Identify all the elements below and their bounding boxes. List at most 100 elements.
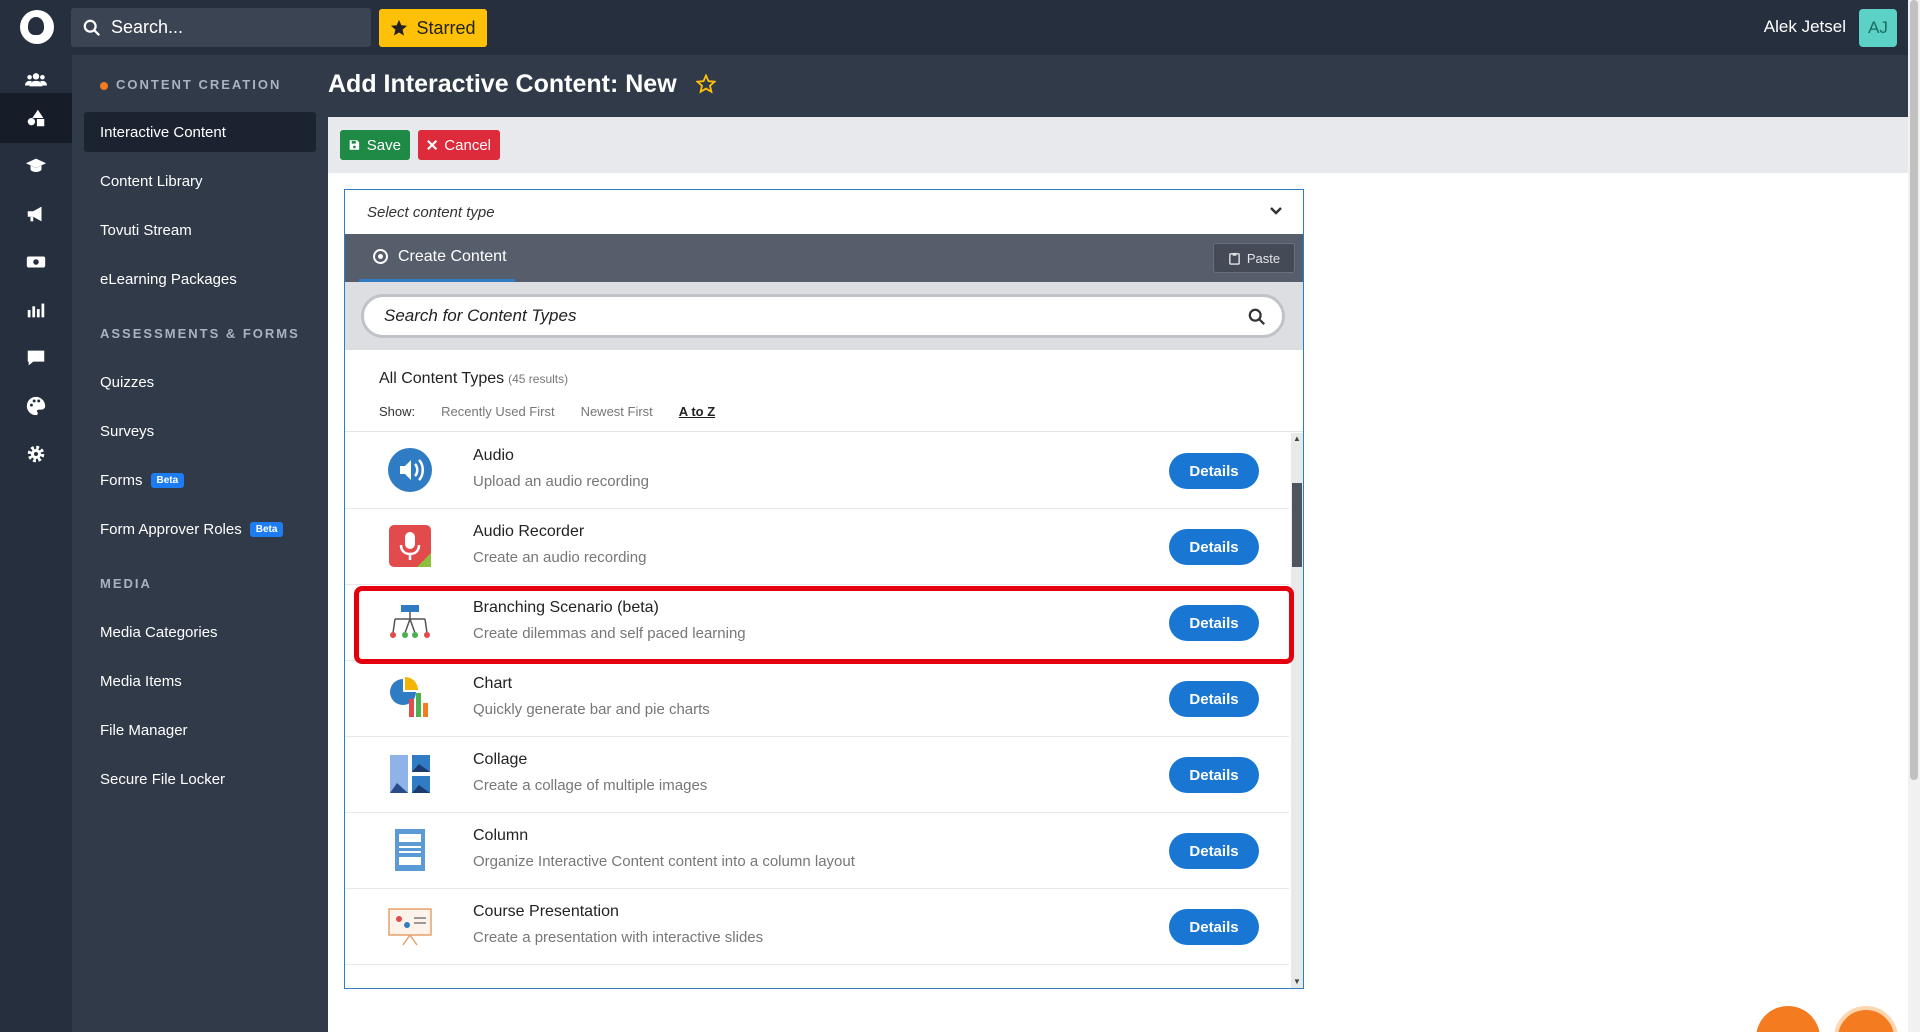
chart-icon — [390, 677, 428, 717]
content-type-desc: Create an audio recording — [473, 549, 647, 566]
page-scroll-thumb[interactable] — [1910, 0, 1918, 780]
paste-button[interactable]: Paste — [1213, 243, 1295, 273]
content-type-search-placeholder: Search for Content Types — [384, 306, 577, 325]
list-item[interactable]: Branching Scenario (beta) Create dilemma… — [345, 585, 1289, 661]
details-button[interactable]: Details — [1169, 909, 1259, 945]
presentation-icon — [388, 908, 432, 946]
beta-badge: Beta — [150, 472, 185, 488]
content-type-desc: Create dilemmas and self paced learning — [473, 625, 746, 642]
nav-interactive-content[interactable]: Interactive Content — [84, 112, 316, 152]
collage-icon — [390, 755, 430, 793]
global-search[interactable]: Search... — [71, 8, 371, 47]
rail-settings[interactable] — [0, 429, 72, 479]
audio-icon — [388, 448, 432, 492]
sort-a-to-z[interactable]: A to Z — [679, 404, 715, 419]
nav-file-manager[interactable]: File Manager — [84, 710, 316, 750]
top-bar: Search... Starred Alek Jetsel AJ — [0, 0, 1920, 55]
save-label: Save — [366, 136, 401, 154]
global-search-placeholder: Search... — [111, 17, 184, 37]
details-button[interactable]: Details — [1169, 833, 1259, 869]
sort-newest[interactable]: Newest First — [581, 404, 653, 419]
content-type-name: Chart — [473, 675, 513, 692]
nav-forms[interactable]: Forms Beta — [84, 460, 316, 500]
content-type-desc: Create a presentation with interactive s… — [473, 929, 764, 946]
chat-icon — [27, 350, 45, 366]
scroll-up-arrow[interactable]: ▲ — [1292, 433, 1302, 445]
logo[interactable] — [20, 10, 54, 44]
list-title: All Content Types (45 results) — [379, 370, 568, 388]
details-button[interactable]: Details — [1169, 681, 1259, 717]
content-type-dropdown[interactable]: Select content type — [345, 190, 1303, 234]
column-icon — [395, 829, 425, 871]
rail-chat[interactable] — [0, 333, 72, 383]
tab-create-content-label: Create Content — [398, 247, 507, 265]
list-item[interactable]: Audio Recorder Create an audio recording… — [345, 509, 1289, 585]
nav-form-approver-roles[interactable]: Form Approver Roles Beta — [84, 509, 316, 549]
content-type-desc: Create a collage of multiple images — [473, 777, 708, 794]
nav-surveys[interactable]: Surveys — [84, 411, 316, 451]
favorite-star-icon[interactable] — [694, 73, 717, 94]
help-fab[interactable] — [1834, 1006, 1898, 1032]
sort-recently-used[interactable]: Recently Used First — [441, 404, 554, 419]
rail-appearance[interactable] — [0, 381, 72, 431]
rail-analytics[interactable] — [0, 285, 72, 335]
list-item[interactable]: Course Presentation Create a presentatio… — [345, 889, 1289, 965]
user-name[interactable]: Alek Jetsel — [1764, 17, 1846, 37]
content-icon — [27, 109, 45, 127]
content-type-name: Course Presentation — [473, 903, 619, 920]
starred-label: Starred — [416, 17, 476, 38]
list-item[interactable]: Audio Upload an audio recording Details — [345, 433, 1289, 509]
rail-announcements[interactable] — [0, 189, 72, 239]
nav-secure-file-locker[interactable]: Secure File Locker — [84, 759, 316, 799]
nav-forms-label: Forms — [100, 471, 143, 489]
result-count: (45 results) — [508, 372, 569, 386]
tab-create-content[interactable]: Create Content — [359, 234, 515, 282]
clipboard-icon — [1229, 252, 1240, 265]
list-item[interactable]: Collage Create a collage of multiple ima… — [345, 737, 1289, 813]
details-button[interactable]: Details — [1169, 529, 1259, 565]
cancel-label: Cancel — [444, 136, 491, 154]
rail-content[interactable] — [0, 93, 72, 143]
content-type-list-header: All Content Types (45 results) Show: Rece… — [345, 350, 1303, 432]
palette-icon — [26, 396, 46, 416]
list-item[interactable]: Chart Quickly generate bar and pie chart… — [345, 661, 1289, 737]
beta-badge: Beta — [249, 521, 284, 537]
nav-tovuti-stream[interactable]: Tovuti Stream — [84, 210, 316, 250]
page-title-text: Add Interactive Content: New — [328, 70, 677, 98]
scroll-thumb[interactable] — [1292, 483, 1302, 567]
nav-media-categories[interactable]: Media Categories — [84, 612, 316, 652]
details-button[interactable]: Details — [1169, 605, 1259, 641]
content-type-name: Branching Scenario (beta) — [473, 599, 659, 616]
list-scrollbar[interactable]: ▲ ▼ — [1291, 433, 1303, 988]
nav-media-items[interactable]: Media Items — [84, 661, 316, 701]
content-type-desc: Upload an audio recording — [473, 473, 649, 490]
list-item[interactable]: Column Organize Interactive Content cont… — [345, 813, 1289, 889]
scroll-down-arrow[interactable]: ▼ — [1292, 976, 1302, 988]
nav-content-library[interactable]: Content Library — [84, 161, 316, 201]
avatar[interactable]: AJ — [1859, 9, 1897, 47]
page-scrollbar[interactable] — [1908, 0, 1920, 1032]
content-type-name: Collage — [473, 751, 528, 768]
details-button[interactable]: Details — [1169, 453, 1259, 489]
search-icon[interactable] — [1248, 308, 1266, 326]
content-type-desc: Quickly generate bar and pie charts — [473, 701, 710, 718]
content-type-search-input[interactable]: Search for Content Types — [361, 294, 1285, 338]
rail-media[interactable] — [0, 237, 72, 287]
graduation-cap-icon — [25, 158, 47, 172]
chevron-down-icon — [1270, 207, 1282, 215]
nav-form-approver-roles-label: Form Approver Roles — [100, 520, 242, 538]
nav-quizzes[interactable]: Quizzes — [84, 362, 316, 402]
starred-button[interactable]: Starred — [379, 9, 487, 47]
page-header: Add Interactive Content: New — [328, 55, 1908, 117]
cancel-button[interactable]: Cancel — [418, 130, 500, 160]
megaphone-icon — [27, 206, 42, 222]
close-icon — [427, 139, 438, 151]
save-button[interactable]: Save — [340, 130, 410, 160]
details-button[interactable]: Details — [1169, 757, 1259, 793]
rail-learning[interactable] — [0, 141, 72, 191]
save-icon — [349, 140, 360, 150]
content-type-placeholder: Select content type — [367, 203, 495, 221]
nav-elearning-packages[interactable]: eLearning Packages — [84, 259, 316, 299]
section-title: ASSESSMENTS & FORMS — [100, 326, 300, 341]
chat-fab[interactable] — [1756, 1006, 1820, 1032]
